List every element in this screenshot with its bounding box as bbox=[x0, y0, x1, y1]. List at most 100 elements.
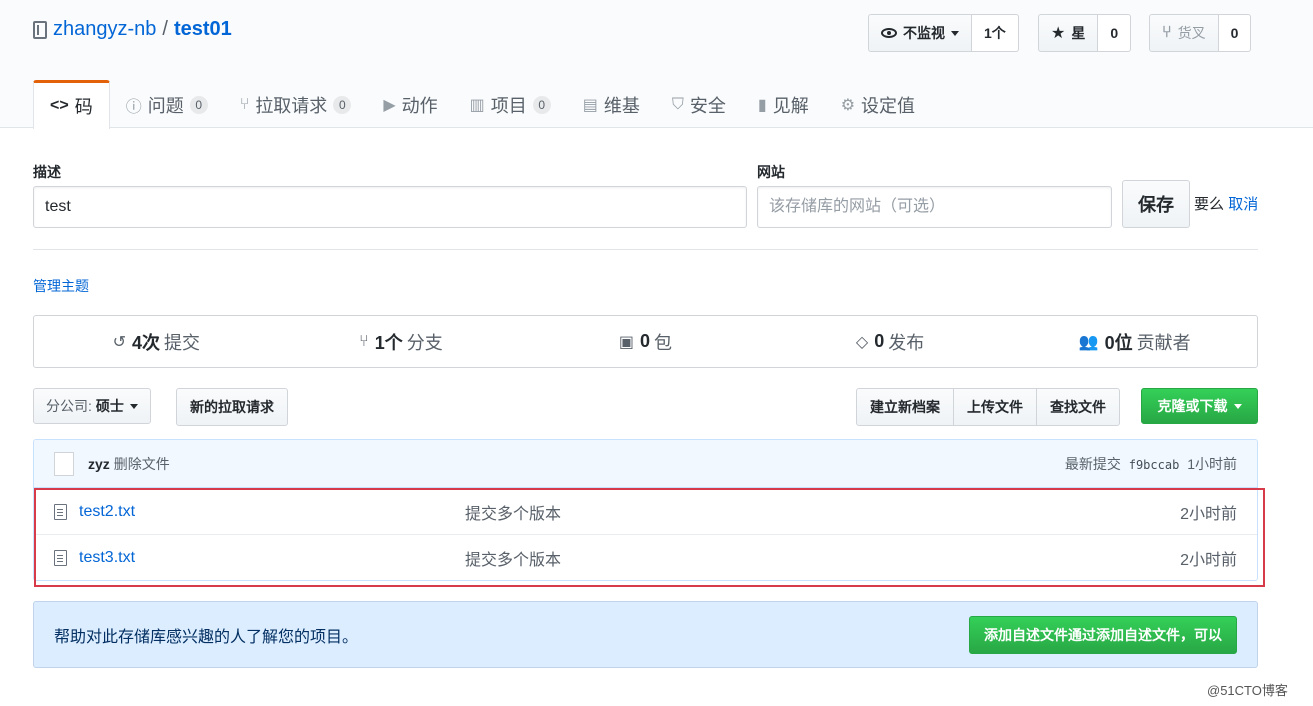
file-actions-group: 建立新档案 上传文件 查找文件 bbox=[856, 388, 1120, 426]
create-new-file-button[interactable]: 建立新档案 bbox=[856, 388, 954, 426]
description-label: 描述 bbox=[33, 164, 61, 180]
watch-label: 不监视 bbox=[903, 25, 945, 41]
table-row: test3.txt 提交多个版本 2小时前 bbox=[34, 534, 1257, 580]
summary-contributors[interactable]: 👥 0位 贡献者 bbox=[1012, 316, 1257, 367]
divider bbox=[33, 249, 1258, 250]
tab-label: 维基 bbox=[603, 95, 640, 116]
summary-commits[interactable]: ↺ 4次 提交 bbox=[34, 316, 279, 367]
people-icon: 👥 bbox=[1078, 333, 1099, 351]
readme-banner: 帮助对此存储库感兴趣的人了解您的项目。 添加自述文件通过添加自述文件，可以 bbox=[33, 601, 1258, 668]
file-name-link[interactable]: test3.txt bbox=[79, 549, 465, 567]
code-icon: <> bbox=[50, 97, 69, 114]
branch-count: 1个 bbox=[374, 332, 403, 353]
avatar[interactable] bbox=[54, 451, 74, 476]
repo-icon bbox=[33, 20, 47, 39]
tab-label: 见解 bbox=[772, 95, 809, 116]
summary-branches[interactable]: ⑂ 1个 分支 bbox=[279, 316, 524, 367]
package-icon: ▣ bbox=[618, 333, 635, 351]
branch-prefix: 分公司: bbox=[46, 398, 92, 414]
counter-badge: 0 bbox=[532, 95, 551, 114]
file-icon bbox=[54, 503, 67, 520]
repo-separator: / bbox=[162, 18, 168, 40]
description-input[interactable]: test bbox=[33, 186, 747, 228]
fork-label: 货叉 bbox=[1177, 25, 1206, 41]
pull-request-icon: ⑂ bbox=[239, 95, 250, 113]
repo-title: zhangyz-nb / test01 bbox=[33, 18, 232, 41]
tab-code[interactable]: <> 码 bbox=[33, 80, 110, 129]
clone-download-button[interactable]: 克隆或下载 bbox=[1141, 388, 1258, 424]
repo-owner-link[interactable]: zhangyz-nb bbox=[53, 18, 156, 41]
play-icon: ▶ bbox=[383, 96, 396, 114]
find-file-button[interactable]: 查找文件 bbox=[1036, 388, 1120, 426]
watch-button-group: 不监视 1个 bbox=[868, 14, 1019, 52]
or-cancel: 要么 取消 bbox=[1194, 193, 1258, 214]
file-icon bbox=[54, 549, 67, 566]
gear-icon: ⚙ bbox=[840, 96, 856, 114]
file-age: 2小时前 bbox=[1180, 551, 1237, 569]
watch-button[interactable]: 不监视 bbox=[868, 14, 972, 52]
fork-count[interactable]: 0 bbox=[1218, 14, 1252, 52]
tab-label: 码 bbox=[74, 97, 93, 117]
cancel-link[interactable]: 取消 bbox=[1228, 196, 1258, 213]
tab-security[interactable]: ⛉ 安全 bbox=[656, 80, 742, 129]
branch-select-button[interactable]: 分公司: 硕士 bbox=[33, 388, 151, 424]
file-list: zyz 删除文件 最新提交 f9bccab 1小时前 test2.txt 提交多… bbox=[33, 439, 1258, 581]
latest-commit-info: 最新提交 f9bccab 1小时前 bbox=[1065, 454, 1237, 474]
tab-pull-requests[interactable]: ⑂ 拉取请求 0 bbox=[224, 80, 368, 129]
new-pull-request-button[interactable]: 新的拉取请求 bbox=[176, 388, 288, 426]
watch-count[interactable]: 1个 bbox=[972, 14, 1019, 52]
chevron-down-icon bbox=[129, 403, 138, 409]
add-readme-button[interactable]: 添加自述文件通过添加自述文件，可以 bbox=[969, 615, 1237, 654]
tab-insights[interactable]: ▮ 见解 bbox=[742, 80, 825, 129]
tab-label: 动作 bbox=[401, 95, 438, 116]
fork-button[interactable]: ⑂ 货叉 bbox=[1149, 14, 1219, 52]
chevron-down-icon bbox=[951, 30, 959, 36]
or-text: 要么 bbox=[1194, 196, 1225, 213]
summary-packages[interactable]: ▣ 0 包 bbox=[523, 316, 768, 367]
manage-topics-link[interactable]: 管理主题 bbox=[33, 276, 89, 296]
save-button[interactable]: 保存 bbox=[1122, 180, 1190, 228]
issue-icon: ⓘ bbox=[125, 98, 142, 116]
summary-releases[interactable]: ◇ 0 发布 bbox=[768, 316, 1013, 367]
latest-commit-bar: zyz 删除文件 最新提交 f9bccab 1小时前 bbox=[34, 440, 1257, 488]
commit-count: 4次 bbox=[131, 332, 160, 353]
tab-actions[interactable]: ▶ 动作 bbox=[367, 80, 453, 129]
star-icon: ★ bbox=[1051, 25, 1066, 42]
file-commit-message[interactable]: 提交多个版本 bbox=[465, 500, 561, 524]
website-input[interactable]: 该存储库的网站（可选） bbox=[757, 186, 1112, 228]
release-count: 0 bbox=[874, 331, 885, 351]
tab-label: 问题 bbox=[147, 95, 184, 116]
upload-files-button[interactable]: 上传文件 bbox=[953, 388, 1037, 426]
star-button-group: ★ 星 0 bbox=[1038, 14, 1132, 52]
fork-icon: ⑂ bbox=[1162, 24, 1172, 41]
table-row: test2.txt 提交多个版本 2小时前 bbox=[34, 488, 1257, 534]
repo-name-link[interactable]: test01 bbox=[174, 18, 232, 41]
file-commit-message[interactable]: 提交多个版本 bbox=[465, 546, 561, 570]
star-count[interactable]: 0 bbox=[1098, 14, 1132, 52]
tab-projects[interactable]: ▥ 项目 0 bbox=[454, 80, 567, 129]
star-button[interactable]: ★ 星 bbox=[1038, 14, 1099, 52]
file-age: 2小时前 bbox=[1180, 505, 1237, 523]
tab-wiki[interactable]: ▤ 维基 bbox=[567, 80, 656, 129]
clone-label: 克隆或下载 bbox=[1157, 398, 1228, 414]
tab-label: 安全 bbox=[689, 95, 726, 116]
tab-label: 项目 bbox=[490, 95, 527, 116]
tab-issues[interactable]: ⓘ 问题 0 bbox=[110, 80, 224, 129]
summary-label: 分支 bbox=[406, 332, 443, 353]
book-icon: ▤ bbox=[582, 96, 598, 114]
chevron-down-icon bbox=[1233, 403, 1242, 409]
file-name-link[interactable]: test2.txt bbox=[79, 503, 465, 521]
commit-sha[interactable]: f9bccab bbox=[1129, 458, 1180, 472]
tab-label: 设定值 bbox=[861, 95, 916, 116]
star-label: 星 bbox=[1071, 25, 1086, 41]
commit-message[interactable]: 删除文件 bbox=[114, 454, 170, 474]
commit-author[interactable]: zyz bbox=[88, 456, 110, 472]
tab-settings[interactable]: ⚙ 设定值 bbox=[825, 80, 931, 129]
counter-badge: 0 bbox=[333, 95, 352, 114]
fork-button-group: ⑂ 货叉 0 bbox=[1149, 14, 1252, 52]
branch-icon: ⑂ bbox=[359, 332, 369, 350]
package-count: 0 bbox=[640, 331, 651, 351]
latest-commit-prefix: 最新提交 bbox=[1064, 455, 1121, 472]
tag-icon: ◇ bbox=[855, 333, 869, 351]
shield-icon: ⛉ bbox=[671, 95, 684, 113]
